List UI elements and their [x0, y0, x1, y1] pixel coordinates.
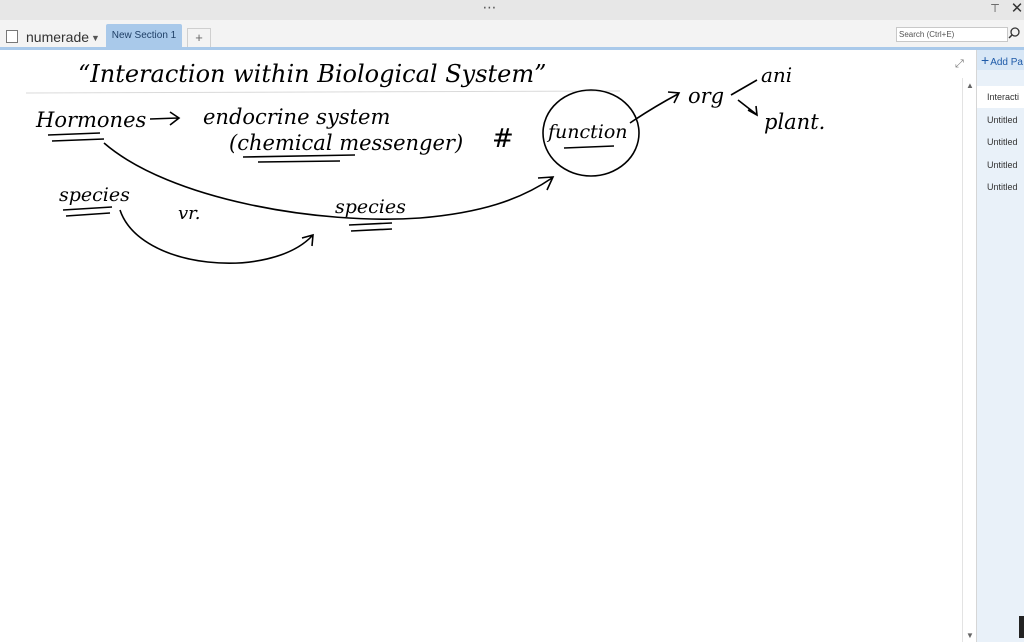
species-right-underline-2	[350, 228, 393, 232]
search-icon[interactable]	[1008, 26, 1024, 42]
search-input[interactable]: Search (Ctrl+E)	[896, 27, 1008, 42]
hormones-underline	[47, 132, 101, 136]
page-item-untitled[interactable]: Untitled	[977, 109, 1024, 131]
chemical-underline	[242, 154, 356, 158]
page-item-untitled[interactable]: Untitled	[977, 154, 1024, 176]
species-left-underline	[62, 206, 113, 211]
arrow-to-org	[629, 91, 681, 124]
species-interaction-arrow	[119, 209, 314, 264]
page-item-interaction[interactable]: Interacti	[977, 86, 1024, 108]
species-right-label: species	[335, 196, 406, 218]
note-title: “Interaction within Biological System”	[78, 60, 546, 88]
more-options-icon[interactable]: ⋯	[480, 0, 500, 18]
add-section-button[interactable]: +	[187, 28, 211, 47]
notebook-name[interactable]: numerade	[26, 28, 89, 46]
corner-overlay	[1019, 616, 1024, 638]
hormones-label: Hormones	[35, 108, 147, 132]
close-window-button[interactable]: ✕	[1010, 0, 1024, 18]
org-label: org	[688, 84, 724, 108]
function-underline	[563, 145, 615, 149]
arrow-to-endocrine	[149, 111, 181, 126]
scroll-down-arrow-icon[interactable]: ▼	[963, 630, 977, 642]
species-right-underline	[348, 222, 393, 226]
versus-label: vr.	[178, 203, 201, 224]
endocrine-label: endocrine system	[203, 105, 390, 129]
ink-layer: “Interaction within Biological System” H…	[25, 60, 825, 264]
branch-down-arrow	[737, 99, 758, 117]
vertical-scrollbar[interactable]: ▲ ▼	[962, 78, 977, 642]
add-page-button[interactable]: +Add Pa	[977, 50, 1024, 70]
title-rule	[25, 90, 621, 94]
pages-pane: +Add Pa Interacti Untitled Untitled Unti…	[976, 50, 1024, 642]
hormones-underline-2	[51, 138, 105, 142]
branch-plant-label: plant.	[764, 110, 825, 134]
tab-new-section-1[interactable]: New Section 1	[106, 24, 182, 47]
window-titlebar: ⋯ ⊤ ✕	[0, 0, 1024, 20]
notebook-icon[interactable]	[6, 30, 18, 43]
chemical-messenger-label: (chemical messenger)	[229, 131, 463, 155]
chemical-underline-2	[257, 160, 341, 163]
add-page-plus-icon: +	[981, 52, 990, 68]
chevron-down-icon[interactable]: ▼	[91, 32, 100, 44]
function-label: function	[546, 121, 628, 143]
species-left-underline-2	[65, 212, 111, 217]
scroll-up-arrow-icon[interactable]: ▲	[963, 80, 977, 92]
notebook-tab-bar: numerade ▼ New Section 1 + Search (Ctrl+…	[0, 20, 1024, 47]
page-item-untitled[interactable]: Untitled	[977, 176, 1024, 198]
pin-window-icon[interactable]: ⊤	[988, 2, 1002, 16]
page-item-untitled[interactable]: Untitled	[977, 131, 1024, 153]
expand-icon[interactable]: ⤢	[955, 58, 967, 70]
branch-ani-label: ani	[761, 63, 792, 87]
hash-symbol: #	[492, 124, 514, 154]
add-page-label: Add Pa	[990, 57, 1023, 68]
species-left-label: species	[59, 184, 130, 206]
note-canvas[interactable]: “Interaction within Biological System” H…	[0, 50, 962, 642]
branch-up-line	[730, 79, 758, 96]
